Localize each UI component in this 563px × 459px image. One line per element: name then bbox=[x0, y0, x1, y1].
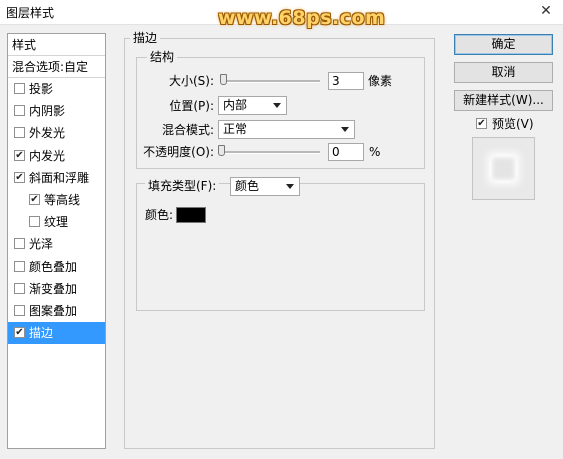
checkbox[interactable]: ✔ bbox=[29, 194, 40, 205]
blend-mode-select[interactable]: 正常 bbox=[218, 120, 355, 139]
blend-mode-label: 混合模式: bbox=[161, 123, 214, 137]
size-slider-thumb[interactable] bbox=[220, 74, 227, 85]
style-list-item-label: 图案叠加 bbox=[29, 304, 78, 318]
opacity-slider-track[interactable] bbox=[220, 151, 320, 154]
style-list-item[interactable]: ✔ 等高线 bbox=[8, 189, 105, 211]
preview-checkbox-box[interactable]: ✔ bbox=[476, 118, 487, 129]
style-list-item-label: 外发光 bbox=[29, 126, 66, 140]
color-swatch[interactable] bbox=[176, 207, 206, 223]
checkbox[interactable] bbox=[29, 216, 40, 227]
checkbox[interactable] bbox=[14, 83, 25, 94]
style-list-item-label: 颜色叠加 bbox=[29, 260, 78, 274]
close-button[interactable]: ✕ bbox=[529, 0, 563, 22]
style-list-item-label: 等高线 bbox=[44, 193, 81, 207]
checkbox[interactable] bbox=[14, 305, 25, 316]
size-slider-track[interactable] bbox=[220, 80, 320, 83]
checkbox[interactable] bbox=[14, 283, 25, 294]
style-list-item[interactable]: 纹理 bbox=[8, 211, 105, 233]
checkbox[interactable]: ✔ bbox=[14, 150, 25, 161]
style-list-item[interactable]: ✔ 内发光 bbox=[8, 145, 105, 167]
style-list-item-label: 描边 bbox=[29, 326, 54, 340]
style-list-item-label: 渐变叠加 bbox=[29, 282, 78, 296]
position-select[interactable]: 内部 bbox=[218, 96, 287, 115]
style-list-item-label: 内阴影 bbox=[29, 104, 66, 118]
chevron-down-icon bbox=[273, 103, 281, 108]
checkbox[interactable] bbox=[14, 261, 25, 272]
size-input[interactable]: 3 bbox=[328, 72, 364, 90]
style-list-item[interactable]: 内阴影 bbox=[8, 100, 105, 122]
cancel-button[interactable]: 取消 bbox=[454, 62, 553, 83]
style-list-item[interactable]: 颜色叠加 bbox=[8, 256, 105, 278]
ok-button[interactable]: 确定 bbox=[454, 34, 553, 55]
style-list-item[interactable]: ✔ 描边 bbox=[8, 322, 105, 344]
style-list-item[interactable]: ✔ 斜面和浮雕 bbox=[8, 167, 105, 189]
checkbox[interactable] bbox=[14, 105, 25, 116]
checkbox[interactable]: ✔ bbox=[14, 327, 25, 338]
fill-group: 填充类型(F): bbox=[136, 179, 425, 311]
size-unit: 像素 bbox=[368, 74, 393, 88]
blend-mode-select-value: 正常 bbox=[223, 122, 248, 136]
blend-options-item[interactable]: 混合选项:自定 bbox=[8, 56, 105, 78]
opacity-unit: % bbox=[369, 145, 381, 159]
style-list-item[interactable]: 外发光 bbox=[8, 122, 105, 144]
color-label: 颜色: bbox=[145, 208, 174, 222]
position-label: 位置(P): bbox=[169, 99, 214, 113]
preview-checkbox[interactable]: ✔ 预览(V) bbox=[476, 116, 534, 132]
checkbox[interactable]: ✔ bbox=[14, 172, 25, 183]
position-select-value: 内部 bbox=[223, 98, 248, 112]
structure-group-title: 结构 bbox=[147, 50, 178, 64]
style-list-item-label: 纹理 bbox=[44, 215, 69, 229]
style-list: 样式 混合选项:自定 投影内阴影外发光 ✔ 内发光 ✔ 斜面和浮雕 ✔ 等高线纹理光泽颜色叠… bbox=[7, 33, 106, 449]
checkbox[interactable] bbox=[14, 127, 25, 138]
preview-label: 预览(V) bbox=[492, 117, 534, 131]
style-list-item[interactable]: 渐变叠加 bbox=[8, 278, 105, 300]
fill-type-select[interactable]: 颜色 bbox=[230, 177, 300, 196]
chevron-down-icon bbox=[341, 127, 349, 132]
opacity-label: 不透明度(O): bbox=[143, 145, 214, 159]
fill-type-label: 填充类型(F): bbox=[145, 179, 220, 193]
chevron-down-icon bbox=[286, 184, 294, 189]
style-list-header[interactable]: 样式 bbox=[8, 34, 105, 56]
style-list-item-label: 斜面和浮雕 bbox=[29, 171, 90, 185]
style-list-item[interactable]: 图案叠加 bbox=[8, 300, 105, 322]
fill-type-select-value: 颜色 bbox=[235, 179, 260, 193]
style-list-item[interactable]: 投影 bbox=[8, 78, 105, 100]
new-style-button[interactable]: 新建样式(W)... bbox=[454, 90, 553, 111]
style-list-item[interactable]: 光泽 bbox=[8, 233, 105, 255]
opacity-input[interactable]: 0 bbox=[328, 143, 364, 161]
style-preview-thumbnail bbox=[491, 156, 516, 181]
size-label: 大小(S): bbox=[168, 74, 214, 88]
style-list-item-label: 光泽 bbox=[29, 237, 54, 251]
checkbox[interactable] bbox=[14, 238, 25, 249]
style-list-item-label: 内发光 bbox=[29, 149, 66, 163]
stroke-section-title: 描边 bbox=[130, 31, 161, 45]
opacity-slider-thumb[interactable] bbox=[218, 145, 225, 156]
title-bar: 图层样式 www.68ps.com ✕ bbox=[0, 0, 563, 29]
window-title: 图层样式 bbox=[6, 6, 55, 20]
style-list-item-label: 投影 bbox=[29, 82, 54, 96]
style-preview bbox=[472, 137, 535, 200]
watermark-text: www.68ps.com bbox=[218, 7, 386, 29]
